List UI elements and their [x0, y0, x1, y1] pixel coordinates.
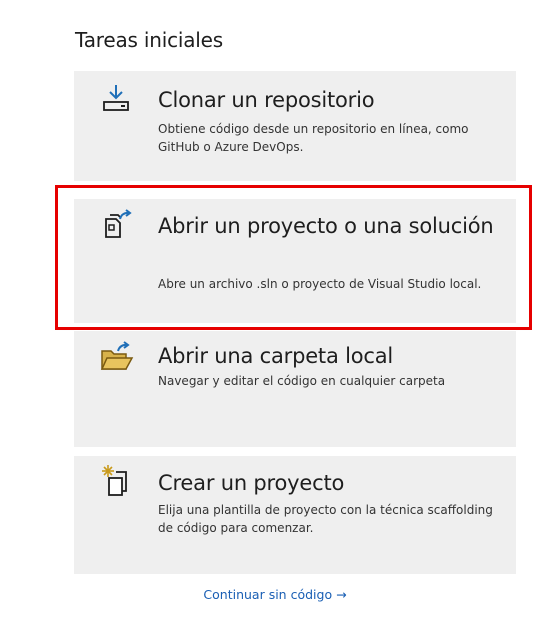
card-description: Elija una plantilla de proyecto con la t…	[158, 503, 493, 535]
new-project-icon	[98, 463, 134, 499]
card-description: Abre un archivo .sln o proyecto de Visua…	[158, 277, 482, 291]
open-folder-icon	[98, 339, 134, 375]
card-description: Obtiene código desde un repositorio en l…	[158, 122, 469, 154]
card-title: Abrir una carpeta local	[158, 344, 394, 368]
card-title: Crear un proyecto	[158, 471, 345, 495]
section-title: Tareas iniciales	[75, 28, 223, 52]
card-description: Navegar y editar el código en cualquier …	[158, 374, 446, 388]
open-project-icon	[98, 207, 134, 243]
card-title: Clonar un repositorio	[158, 88, 375, 112]
open-project-card[interactable]: Abrir un proyecto o una solución Abre un…	[74, 199, 516, 323]
card-title: Abrir un proyecto o una solución	[158, 214, 494, 238]
create-project-card[interactable]: Crear un proyecto Elija una plantilla de…	[74, 456, 516, 574]
continue-link-label: Continuar sin código	[203, 587, 333, 602]
clone-repository-card[interactable]: Clonar un repositorio Obtiene código des…	[74, 71, 516, 181]
download-icon	[98, 81, 134, 117]
arrow-right-icon: →	[336, 587, 347, 602]
continue-without-code-link[interactable]: Continuar sin código →	[0, 587, 550, 602]
open-folder-card[interactable]: Abrir una carpeta local Navegar y editar…	[74, 331, 516, 447]
get-started-panel: Tareas iniciales Clonar un repositorio O…	[0, 0, 550, 623]
